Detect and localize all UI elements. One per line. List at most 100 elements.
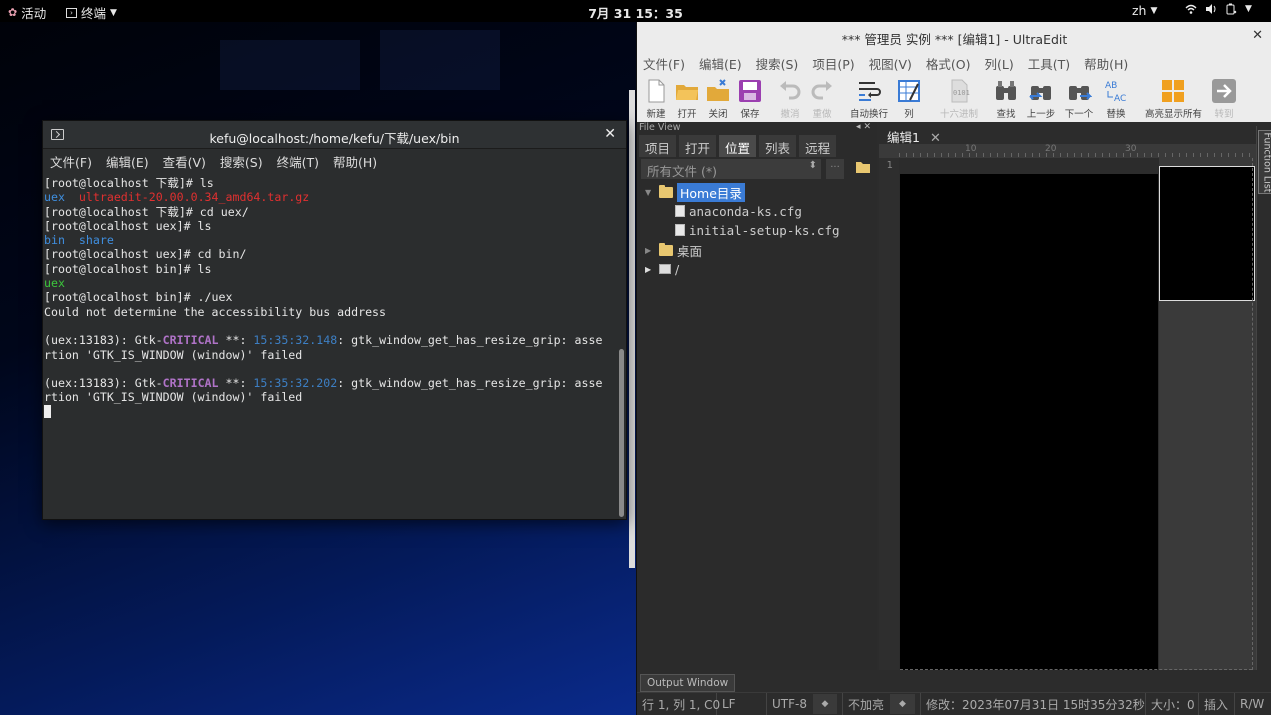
tab-remote[interactable]: 远程 xyxy=(799,135,837,157)
terminal-line: (uex:13183): Gtk-CRITICAL **: 15:35:32.1… xyxy=(44,333,603,348)
tree-item-desktop[interactable]: ▶ 桌面 xyxy=(645,241,702,259)
minimap[interactable] xyxy=(1159,158,1259,670)
ultraedit-titlebar[interactable]: *** 管理员 实例 *** [编辑1] - UltraEdit ✕ xyxy=(637,22,1271,50)
system-menu[interactable]: ▼ xyxy=(1185,3,1252,15)
redo-button[interactable]: 重做 xyxy=(805,78,839,120)
menu-view[interactable]: 查看(V) xyxy=(163,152,206,171)
activities-button[interactable]: ✿ 活动 xyxy=(8,3,46,22)
terminal-titlebar[interactable]: kefu@localhost:/home/kefu/下载/uex/bin ✕ xyxy=(43,121,626,149)
wifi-icon xyxy=(1185,4,1197,14)
arrow-right-icon xyxy=(1212,79,1236,103)
document-icon xyxy=(675,205,685,217)
tree-item-home[interactable]: ▼ Home目录 xyxy=(645,182,745,202)
terminal-output[interactable]: [root@localhost 下载]# ls uex ultraedit-20.… xyxy=(43,174,618,519)
menu-file[interactable]: 文件(F) xyxy=(50,152,92,171)
find-next-button[interactable]: 下一个 xyxy=(1062,78,1096,120)
hex-mode-button[interactable]: 0101 十六进制 xyxy=(939,78,979,120)
open-folder-icon xyxy=(676,85,698,100)
menu-format[interactable]: 格式(O) xyxy=(926,54,971,73)
tree-item-root[interactable]: ▶ / xyxy=(645,260,679,278)
document-icon xyxy=(675,224,685,236)
menu-terminal[interactable]: 终端(T) xyxy=(277,152,319,171)
line-number-gutter: 1 xyxy=(879,158,899,670)
battery-icon xyxy=(1226,3,1237,15)
app-menu[interactable]: › 终端 ▼ xyxy=(66,3,117,22)
svg-text:0101: 0101 xyxy=(953,89,970,97)
goto-button[interactable]: 转到 xyxy=(1207,78,1241,120)
close-file-button[interactable]: 关闭 xyxy=(701,78,735,120)
terminal-line: (uex:13183): Gtk-CRITICAL **: 15:35:32.2… xyxy=(44,376,603,391)
menu-column[interactable]: 列(L) xyxy=(985,54,1014,73)
new-button[interactable]: 新建 xyxy=(639,78,673,120)
save-icon xyxy=(739,80,761,102)
highlight-select[interactable]: 不加亮 ◆ xyxy=(843,692,921,715)
binoculars-icon xyxy=(996,81,1016,100)
output-window-tab[interactable]: Output Window xyxy=(640,674,736,692)
menu-help[interactable]: 帮助(H) xyxy=(1084,54,1128,73)
highlight-all-button[interactable]: 高亮显示所有 xyxy=(1145,78,1202,120)
svg-text:AC: AC xyxy=(1114,94,1126,104)
line-ending[interactable]: LF xyxy=(717,692,767,715)
save-button[interactable]: 保存 xyxy=(733,78,767,120)
editor-tabbar: 编辑1 ✕ xyxy=(879,122,1259,146)
menu-tools[interactable]: 工具(T) xyxy=(1028,54,1070,73)
terminal-line: bin share xyxy=(44,233,114,248)
input-method-menu[interactable]: zh ▼ xyxy=(1132,3,1157,18)
tab-project[interactable]: 项目 xyxy=(639,135,677,157)
editor-text-area[interactable] xyxy=(900,174,1158,670)
browse-button[interactable]: ... xyxy=(826,159,844,179)
word-wrap-icon xyxy=(859,82,881,101)
terminal-scrollbar[interactable] xyxy=(619,349,624,517)
menu-edit[interactable]: 编辑(E) xyxy=(106,152,149,171)
tab-location[interactable]: 位置 xyxy=(719,135,757,157)
find-prev-button[interactable]: 上一步 xyxy=(1024,78,1058,120)
desktop-pattern xyxy=(220,40,360,90)
undo-button[interactable]: 撤消 xyxy=(773,78,807,120)
folder-icon[interactable] xyxy=(855,160,871,174)
status-bar: 行 1, 列 1, C0 LF UTF-8 ◆ 不加亮 ◆ 修改：2023年07… xyxy=(637,692,1271,715)
menu-file[interactable]: 文件(F) xyxy=(643,54,685,73)
find-button[interactable]: 查找 xyxy=(989,78,1023,120)
pin-icon[interactable]: ◂ xyxy=(856,122,861,132)
folder-icon xyxy=(659,184,673,198)
column-mode-button[interactable]: 列 xyxy=(892,78,926,120)
insert-mode[interactable]: 插入 xyxy=(1199,692,1235,715)
clock[interactable]: 7月 31 15：35 xyxy=(588,6,683,21)
menu-edit[interactable]: 编辑(E) xyxy=(699,54,742,73)
terminal-line: [root@localhost bin]# ./uex xyxy=(44,290,233,305)
menu-search[interactable]: 搜索(S) xyxy=(756,54,799,73)
word-wrap-button[interactable]: 自动换行 xyxy=(849,78,889,120)
tab-open[interactable]: 打开 xyxy=(679,135,717,157)
binoculars-prev-icon xyxy=(1029,86,1051,100)
read-write-mode[interactable]: R/W xyxy=(1235,693,1271,715)
function-list-panel: Function List xyxy=(1256,126,1271,670)
terminal-window: kefu@localhost:/home/kefu/下载/uex/bin ✕ 文… xyxy=(42,120,627,520)
menu-help[interactable]: 帮助(H) xyxy=(333,152,377,171)
encoding-select[interactable]: UTF-8 ◆ xyxy=(767,692,843,715)
chevron-right-icon: ▶ xyxy=(645,264,652,274)
menu-project[interactable]: 项目(P) xyxy=(812,54,854,73)
editor-tab[interactable]: 编辑1 ✕ xyxy=(881,123,947,146)
file-view-tabs: 项目 打开 位置 列表 远程 xyxy=(637,135,877,157)
editor-pane: 编辑1 ✕ 10 20 30 1 xyxy=(879,122,1259,670)
line-number: 1 xyxy=(886,160,893,171)
tab-list[interactable]: 列表 xyxy=(759,135,797,157)
open-button[interactable]: 打开 xyxy=(670,78,704,120)
menu-search[interactable]: 搜索(S) xyxy=(220,152,263,171)
terminal-line: uex ultraedit-20.00.0.34_amd64.tar.gz xyxy=(44,190,310,205)
close-icon[interactable]: ✕ xyxy=(863,122,871,132)
file-filter-select[interactable]: 所有文件 (*) ⬍ xyxy=(641,159,821,179)
chevron-down-icon: ▼ xyxy=(110,7,117,18)
close-icon[interactable]: ✕ xyxy=(1252,28,1263,43)
terminal-line xyxy=(44,404,618,419)
binoculars-next-icon xyxy=(1069,86,1092,100)
replace-button[interactable]: AB AC 替换 xyxy=(1099,78,1133,120)
column-ruler: 10 20 30 xyxy=(879,144,1259,158)
menu-view[interactable]: 视图(V) xyxy=(869,54,912,73)
function-list-tab[interactable]: Function List xyxy=(1258,130,1271,194)
minimap-viewport[interactable] xyxy=(1159,166,1255,301)
tree-item-file[interactable]: anaconda-ks.cfg xyxy=(675,202,802,220)
tree-item-file[interactable]: initial-setup-ks.cfg xyxy=(675,221,840,239)
close-icon[interactable]: ✕ xyxy=(604,126,616,142)
file-view-header: File View ◂ ✕ xyxy=(637,122,877,134)
